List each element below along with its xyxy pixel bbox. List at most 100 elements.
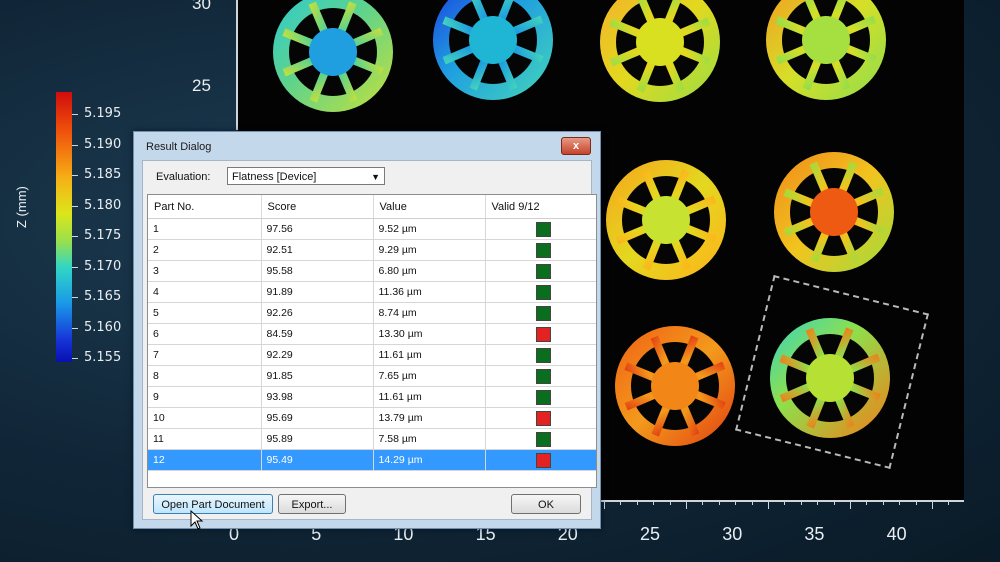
colorbar-tick-label: 5.190: [84, 136, 122, 152]
y-tick-label: 25: [192, 76, 211, 95]
table-row[interactable]: 11 95.89 7.58 µm: [148, 428, 596, 450]
evaluation-label: Evaluation:: [156, 171, 211, 183]
x-minor-tick: [915, 500, 917, 505]
table-row[interactable]: 7 92.29 11.61 µm: [148, 344, 596, 366]
x-minor-tick: [850, 500, 851, 509]
table-row[interactable]: 5 92.26 8.74 µm: [148, 302, 596, 324]
evaluation-select-value: Flatness [Device]: [232, 171, 317, 183]
cell-part-no: 9: [148, 386, 262, 408]
colorbar-tick-label: 5.165: [84, 289, 122, 304]
cell-part-no: 1: [148, 218, 262, 240]
colorbar-tick-label: 5.175: [84, 228, 122, 243]
evaluation-select[interactable]: Flatness [Device] ▼: [227, 167, 385, 185]
x-tick-label: 35: [804, 524, 825, 544]
export-button[interactable]: Export...: [278, 494, 346, 514]
valid-status-icon: [535, 389, 551, 405]
x-minor-tick: [833, 500, 835, 505]
cell-value: 7.58 µm: [373, 428, 486, 450]
colorbar-axis-title: Z (mm): [14, 186, 29, 228]
colorbar-tick: [72, 144, 78, 146]
colorbar-tick: [72, 358, 78, 359]
cell-value: 13.79 µm: [373, 407, 486, 429]
colorbar-tick: [72, 297, 78, 298]
cell-valid: [485, 449, 596, 471]
table-row[interactable]: 6 84.59 13.30 µm: [148, 323, 596, 345]
cell-score: 97.56: [261, 218, 374, 240]
x-minor-tick: [686, 500, 687, 509]
colorbar-tick: [72, 114, 78, 115]
x-minor-tick: [800, 500, 802, 505]
cell-valid: [485, 260, 596, 282]
x-minor-tick: [866, 500, 868, 505]
close-icon[interactable]: x: [561, 137, 591, 155]
colorbar-tick: [72, 327, 78, 329]
cell-part-no: 8: [148, 365, 262, 387]
measured-part-wheel: [433, 0, 553, 100]
cell-score: 92.26: [261, 302, 374, 324]
table-row[interactable]: 3 95.58 6.80 µm: [148, 260, 596, 282]
cell-part-no: 10: [148, 407, 262, 429]
valid-status-icon: [535, 431, 551, 447]
measured-part-wheel: [766, 0, 886, 100]
x-minor-tick: [882, 500, 884, 505]
ok-button[interactable]: OK: [511, 494, 581, 514]
colorbar-tick-label: 5.185: [84, 167, 122, 182]
table-header-row: Part No. Score Value Valid 9/12: [148, 195, 596, 219]
colorbar-tick-label: 5.195: [84, 106, 122, 121]
dialog-body: Evaluation: Flatness [Device] ▼ Part No.…: [142, 160, 597, 520]
cell-valid: [485, 302, 596, 324]
table-row[interactable]: 9 93.98 11.61 µm: [148, 386, 596, 408]
valid-status-icon: [535, 242, 551, 258]
valid-status-icon: [535, 347, 551, 363]
cell-score: 93.98: [261, 386, 374, 408]
dialog-title: Result Dialog: [146, 141, 212, 153]
x-minor-tick: [653, 500, 655, 505]
colorbar-tick-label: 5.160: [84, 319, 122, 335]
invalid-status-icon: [535, 452, 551, 468]
x-minor-tick: [817, 500, 819, 505]
x-minor-tick: [751, 500, 753, 505]
cell-value: 9.52 µm: [373, 218, 486, 240]
cell-part-no: 5: [148, 302, 262, 324]
valid-status-icon: [535, 284, 551, 300]
cell-score: 91.89: [261, 281, 374, 303]
cell-value: 6.80 µm: [373, 260, 486, 282]
table-row[interactable]: 2 92.51 9.29 µm: [148, 239, 596, 261]
valid-status-icon: [535, 221, 551, 237]
cell-value: 9.29 µm: [373, 239, 486, 261]
table-row[interactable]: 10 95.69 13.79 µm: [148, 407, 596, 429]
x-minor-tick: [768, 500, 769, 509]
cell-value: 7.65 µm: [373, 365, 486, 387]
cell-valid: [485, 428, 596, 450]
table-row[interactable]: 12 95.49 14.29 µm: [148, 449, 596, 471]
column-header-value[interactable]: Value: [373, 195, 486, 219]
x-minor-tick: [620, 500, 622, 505]
table-row[interactable]: 8 91.85 7.65 µm: [148, 365, 596, 387]
x-minor-tick: [932, 500, 933, 509]
x-minor-tick: [735, 500, 737, 505]
x-axis-line: [600, 500, 964, 502]
measured-part-wheel: [600, 0, 720, 102]
x-minor-tick: [702, 500, 704, 505]
cell-valid: [485, 218, 596, 240]
cell-part-no: 3: [148, 260, 262, 282]
cell-score: 95.49: [261, 449, 374, 471]
table-row[interactable]: 4 91.89 11.36 µm: [148, 281, 596, 303]
open-part-document-button[interactable]: Open Part Document: [153, 494, 273, 514]
x-tick-label: 30: [722, 524, 743, 544]
x-minor-tick: [899, 500, 901, 505]
cell-value: 11.61 µm: [373, 386, 486, 408]
x-minor-tick: [604, 500, 605, 509]
colorbar-tick-label: 5.180: [84, 197, 122, 213]
cell-value: 14.29 µm: [373, 449, 486, 471]
cell-part-no: 11: [148, 428, 262, 450]
x-minor-tick: [636, 500, 638, 505]
x-tick-label: 25: [640, 524, 661, 544]
valid-status-icon: [535, 263, 551, 279]
column-header-valid[interactable]: Valid 9/12: [485, 195, 596, 219]
x-minor-tick: [784, 500, 786, 505]
column-header-score[interactable]: Score: [261, 195, 374, 219]
column-header-part[interactable]: Part No.: [148, 195, 262, 219]
table-row[interactable]: 1 97.56 9.52 µm: [148, 218, 596, 240]
cell-part-no: 4: [148, 281, 262, 303]
